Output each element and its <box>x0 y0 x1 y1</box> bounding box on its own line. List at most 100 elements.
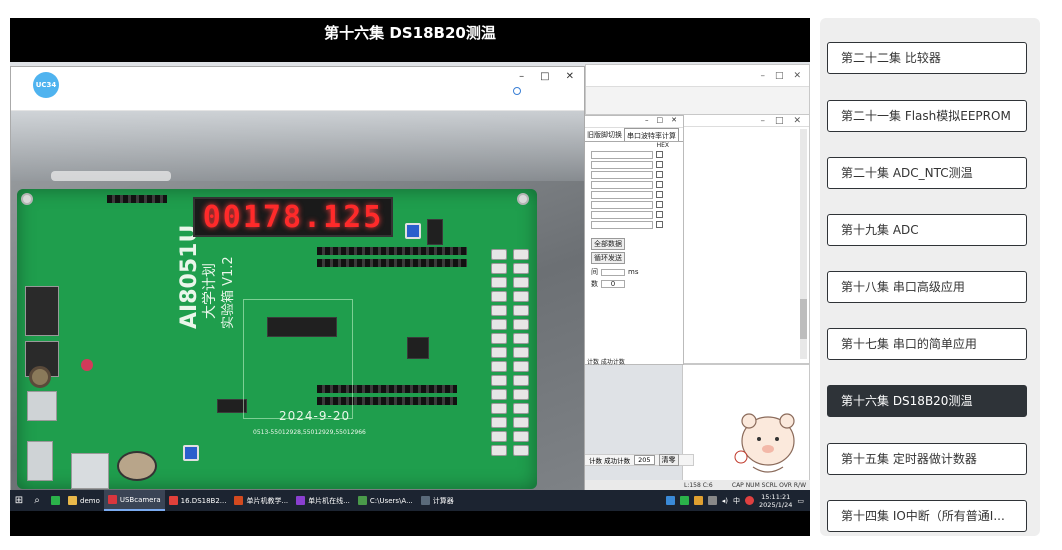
serial-success-count: 205 <box>634 455 655 465</box>
serial-row[interactable] <box>591 180 677 189</box>
serial-interval-input[interactable] <box>601 268 625 276</box>
lcd-area-outline <box>243 299 353 419</box>
taskbar-app-calculator[interactable]: 计算器 <box>417 490 458 511</box>
ime-icon[interactable] <box>745 496 755 505</box>
key-button-column <box>491 249 509 459</box>
folder-icon <box>68 496 77 505</box>
playlist-item[interactable]: 第十八集 串口高级应用 <box>827 271 1027 303</box>
serial-hex-label: HEX <box>656 142 669 149</box>
keil-icon <box>357 496 367 505</box>
key-button-column <box>513 249 531 459</box>
playlist-item[interactable]: 第二十一集 Flash模拟EEPROM <box>827 100 1027 132</box>
windows-taskbar: ⊞ ⌕ demo USBcamera 16.DS18B2... 单片机教学...… <box>10 490 810 511</box>
search-icon[interactable]: ⌕ <box>28 490 46 511</box>
windows-start-icon[interactable]: ⊞ <box>10 490 28 511</box>
serial-tab-baud[interactable]: 串口波特率计算 <box>624 128 679 141</box>
camera-app-logo: UC34 <box>33 72 59 98</box>
editor-statusbar: L:158 C:6 CAP NUM SCRL OVR R/W <box>584 480 810 490</box>
audio-jack <box>25 286 59 336</box>
wechat-icon[interactable] <box>46 490 64 511</box>
serial-all-data-button[interactable]: 全部数据 <box>591 238 625 250</box>
board-subtitle-text: 大学计划 <box>202 263 218 319</box>
taskbar-clock[interactable]: 15:11:21 2025/1/24 <box>759 493 792 509</box>
clock-time: 15:11:21 <box>761 492 791 501</box>
usb-port <box>27 441 53 481</box>
statusbar-indicators: CAP NUM SCRL OVR R/W <box>731 481 806 489</box>
serial-clear-button[interactable]: 清零 <box>658 454 679 466</box>
serial-row[interactable] <box>591 150 677 159</box>
playlist-item[interactable]: 第二十集 ADC_NTC测温 <box>827 157 1027 189</box>
playlist-item[interactable]: 第二十二集 比较器 <box>827 42 1027 74</box>
pin-header <box>317 259 467 267</box>
serial-count-label: 数 <box>591 280 598 288</box>
statusbar-position: L:158 C:6 <box>684 481 713 489</box>
tray-app-icon[interactable] <box>665 496 675 505</box>
maximize-icon[interactable]: □ <box>540 71 549 82</box>
playlist-item[interactable]: 第十九集 ADC <box>827 214 1027 246</box>
reset-button <box>81 359 93 371</box>
camera-window-controls: – □ ✕ <box>519 71 574 82</box>
potentiometer <box>405 223 421 239</box>
taskbar-app-demo[interactable]: demo <box>64 490 104 511</box>
serial-row[interactable] <box>591 220 677 229</box>
serial-success-count-row: 计数 成功计数 205 清零 <box>584 454 694 466</box>
serial-interval-label: 间 <box>591 268 598 276</box>
power-jack <box>29 366 51 388</box>
input-language[interactable]: 中 <box>733 496 740 506</box>
tray-app-icon[interactable] <box>679 496 689 505</box>
tray-app-icon[interactable] <box>693 496 703 505</box>
serial-buttons: 全部数据 循环发送 <box>591 237 677 265</box>
volume-icon[interactable]: ◂) <box>722 497 728 505</box>
mount-hole <box>21 193 33 205</box>
seven-segment-display: 00178.125 <box>193 197 393 237</box>
serial-row[interactable] <box>591 200 677 209</box>
sd-card-slot <box>27 391 57 421</box>
settings-icon[interactable] <box>513 87 521 95</box>
serial-tool-controls: – □ ✕ <box>585 116 683 128</box>
calculator-icon <box>420 496 430 505</box>
temperature-readout: 00178.125 <box>202 199 384 235</box>
serial-row[interactable] <box>591 160 677 169</box>
board-kit-text: 实验箱 V1.2 <box>221 256 236 329</box>
serial-tab-pin[interactable]: 旧版脚切换 <box>585 128 624 141</box>
taskbar-app-ppt[interactable]: 单片机教学... <box>230 490 292 511</box>
background-window-controls: – □ ✕ <box>586 65 809 87</box>
tray-app-icon[interactable] <box>707 496 717 505</box>
serial-row[interactable] <box>591 210 677 219</box>
notification-icon[interactable]: ▭ <box>797 497 804 505</box>
taskbar-app-wps[interactable]: 16.DS18B2... <box>165 490 231 511</box>
serial-row[interactable] <box>591 170 677 179</box>
editor-scrollbar[interactable] <box>800 129 807 359</box>
close-icon[interactable]: ✕ <box>566 71 574 82</box>
system-tray: ◂) 中 15:11:21 2025/1/24 ▭ <box>665 493 810 509</box>
potentiometer <box>183 445 199 461</box>
serial-tool-panel: – □ ✕ 旧版脚切换 串口波特率计算 HEX 全部数据 循环发送 间 ms 数… <box>584 115 684 366</box>
camera-app-titlebar: UC34 – □ ✕ <box>11 67 584 111</box>
case-hinge <box>51 171 171 181</box>
serial-loop-send-button[interactable]: 循环发送 <box>591 252 625 264</box>
taskbar-app-keil[interactable]: C:\Users\A... <box>354 490 417 511</box>
playlist-item-active[interactable]: 第十六集 DS18B20测温 <box>827 385 1027 417</box>
mount-hole <box>517 193 529 205</box>
minimize-icon[interactable]: – <box>519 71 524 82</box>
serial-bottom-label: 计数 成功计数 <box>587 358 625 366</box>
pin-header <box>107 195 167 203</box>
serial-interval-row: 间 ms <box>591 267 677 277</box>
serial-row[interactable] <box>591 190 677 199</box>
camera-icon <box>107 495 117 504</box>
video-frame[interactable]: – □ ✕ – □ ✕ – □ ✕ 旧版脚切换 串口波特率计算 HEX 全部数据… <box>10 62 810 511</box>
playlist-item[interactable]: 第十七集 串口的简单应用 <box>827 328 1027 360</box>
coin-battery <box>117 451 157 481</box>
playlist-item[interactable]: 第十四集 IO中断（所有普通I... <box>827 500 1027 532</box>
taskbar-app-usbcamera[interactable]: USBcamera <box>103 490 165 511</box>
camera-feed: AI8051U 大学计划 实验箱 V1.2 2024-9-20 0513-550… <box>11 111 584 490</box>
driver-chip <box>427 219 443 245</box>
serial-success-label: 计数 成功计数 <box>589 457 631 465</box>
episode-playlist: 第二十二集 比较器 第二十一集 Flash模拟EEPROM 第二十集 ADC_N… <box>820 18 1040 536</box>
usb-port <box>71 453 109 489</box>
serial-count-input[interactable]: 0 <box>601 280 625 288</box>
taskbar-app-isp[interactable]: 单片机在线... <box>292 490 354 511</box>
mcu-chip <box>407 337 429 359</box>
video-player[interactable]: 第十六集 DS18B20测温 – □ ✕ – □ ✕ – □ ✕ 旧版脚切换 串… <box>10 18 810 536</box>
playlist-item[interactable]: 第十五集 定时器做计数器 <box>827 443 1027 475</box>
